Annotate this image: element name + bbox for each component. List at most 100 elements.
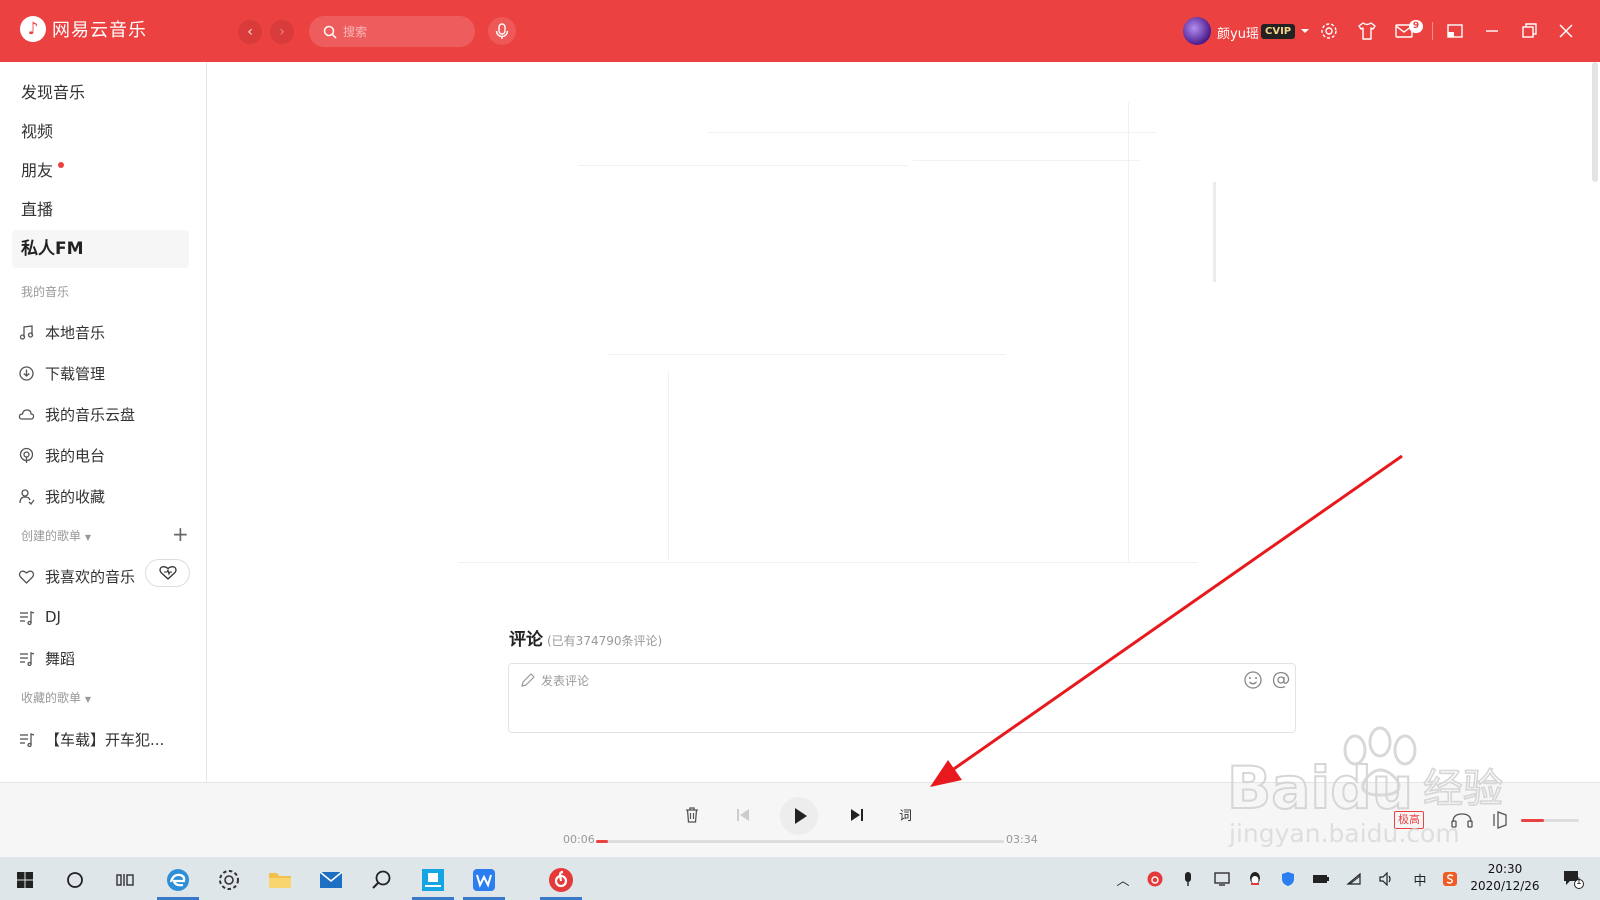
taskbar-clock[interactable]: 20:30 2020/12/26 — [1468, 861, 1542, 895]
tray-qq-icon[interactable] — [1245, 869, 1265, 889]
tray-battery-icon[interactable] — [1311, 869, 1331, 889]
settings-app[interactable] — [208, 863, 250, 896]
play-button[interactable] — [780, 797, 818, 835]
playlist-icon — [20, 732, 35, 747]
user-dropdown-icon[interactable] — [1300, 26, 1310, 36]
sogou-input-icon — [1443, 872, 1457, 886]
heart-mode-button[interactable] — [145, 559, 190, 587]
back-button[interactable]: ‹ — [238, 20, 262, 44]
sidebar-item-playlist-dance[interactable]: 舞蹈 — [18, 640, 193, 676]
section-title: 收藏的歌单 — [21, 691, 82, 705]
volume-slider[interactable] — [1521, 819, 1579, 822]
trash-icon[interactable] — [682, 805, 702, 825]
faded-album-art-line — [458, 562, 1198, 563]
settings-gear-icon[interactable] — [1318, 20, 1340, 42]
play-icon — [795, 808, 807, 824]
sidebar-item-my-radio[interactable]: 我的电台 — [18, 437, 193, 473]
minimize-icon[interactable] — [1481, 20, 1503, 42]
cortana-circle-icon — [67, 871, 83, 888]
folder-icon — [269, 872, 291, 888]
username[interactable]: 颜yu瑶 — [1217, 23, 1259, 42]
tray-sogou-icon[interactable] — [1440, 869, 1460, 889]
lyrics-button[interactable]: 词 — [899, 805, 912, 824]
mail-app[interactable] — [310, 863, 352, 896]
sidebar-item-favorites[interactable]: 我的收藏 — [18, 478, 193, 514]
app-name: 网易云音乐 — [52, 20, 147, 41]
faded-album-art-line — [913, 160, 1139, 161]
title-divider — [1432, 22, 1433, 40]
faded-album-art-line — [668, 372, 669, 560]
screen-icon — [1214, 872, 1230, 886]
section-collected-playlists[interactable]: 收藏的歌单 ▼ — [21, 689, 91, 706]
add-playlist-icon[interactable]: + — [172, 524, 189, 544]
app-logo[interactable]: ♪ 网易云音乐 — [20, 16, 147, 42]
nav-personal-fm[interactable]: 私人FM — [12, 230, 189, 268]
sidebar-item-label: 下载管理 — [45, 364, 106, 383]
sidebar-item-label: 我的音乐云盘 — [45, 405, 136, 424]
comments-heading: 评论 (已有374790条评论) — [509, 625, 662, 650]
radio-icon — [19, 447, 34, 463]
vip-badge[interactable]: CVIP — [1261, 24, 1296, 39]
faded-album-art-line — [1213, 182, 1216, 282]
sidebar-item-local-music[interactable]: 本地音乐 — [18, 314, 193, 350]
cloud-icon — [18, 408, 35, 420]
tray-microphone-icon[interactable] — [1178, 869, 1198, 889]
next-track-icon[interactable] — [848, 806, 866, 824]
voice-search-button[interactable] — [488, 17, 516, 45]
main-content: 评论 (已有374790条评论) — [208, 62, 1600, 782]
heart-mode-icon — [158, 566, 177, 580]
progress-fill — [596, 840, 609, 843]
nav-discover-music[interactable]: 发现音乐 — [12, 74, 189, 112]
store-app[interactable] — [412, 863, 454, 900]
sound-effect-icon[interactable] — [1450, 810, 1474, 830]
search-input[interactable] — [343, 24, 463, 39]
section-my-music: 我的音乐 — [21, 285, 70, 299]
tray-wifi-icon[interactable] — [1344, 869, 1364, 889]
volume-fill — [1521, 819, 1545, 822]
edge-icon — [167, 868, 189, 891]
tray-expand-icon[interactable]: ︿ — [1113, 869, 1133, 889]
main-scrollbar[interactable] — [1592, 62, 1598, 182]
avatar[interactable] — [1183, 17, 1211, 45]
comment-input-box[interactable] — [508, 663, 1296, 733]
mini-mode-icon[interactable] — [1444, 20, 1466, 42]
notification-count: 1 — [1576, 877, 1582, 887]
sidebar-item-playlist-dj[interactable]: DJ — [18, 599, 193, 635]
nav-video[interactable]: 视频 — [12, 113, 189, 151]
tray-security-icon[interactable] — [1278, 869, 1298, 889]
section-created-playlists[interactable]: 创建的歌单 ▼ — [21, 527, 91, 544]
action-center-button[interactable]: 1 — [1558, 869, 1588, 889]
task-view-button[interactable] — [104, 863, 146, 896]
search-taskbar-button[interactable] — [54, 863, 96, 896]
skin-shirt-icon[interactable] — [1356, 20, 1378, 42]
progress-bar[interactable] — [596, 840, 1004, 843]
comment-textarea[interactable] — [541, 672, 1221, 722]
sidebar-item-cloud-disk[interactable]: 我的音乐云盘 — [18, 396, 193, 432]
sidebar-item-playlist-driving[interactable]: 【车载】开车犯... — [18, 721, 193, 757]
previous-track-icon[interactable] — [734, 806, 752, 824]
tray-ime-indicator[interactable]: 中 — [1410, 869, 1430, 889]
edge-browser-app[interactable] — [157, 863, 199, 900]
sound-quality-badge[interactable]: 极高 — [1394, 811, 1424, 829]
close-icon[interactable] — [1555, 20, 1577, 42]
start-button[interactable] — [4, 863, 46, 896]
tray-netease-icon[interactable] — [1145, 869, 1165, 889]
search-app[interactable] — [361, 863, 403, 896]
nav-live[interactable]: 直播 — [12, 191, 189, 229]
maximize-icon[interactable] — [1518, 20, 1540, 42]
netease-music-app[interactable] — [540, 863, 582, 900]
search-box[interactable] — [309, 16, 475, 47]
playlist-queue-icon[interactable] — [1490, 810, 1510, 830]
sidebar-item-downloads[interactable]: 下载管理 — [18, 355, 193, 391]
tray-remote-icon[interactable] — [1212, 869, 1232, 889]
sidebar-item-label: 【车载】开车犯... — [45, 730, 165, 749]
mention-at-icon[interactable] — [1271, 670, 1291, 690]
emoji-icon[interactable] — [1243, 670, 1263, 690]
forward-button[interactable]: › — [270, 20, 294, 44]
file-explorer-app[interactable] — [259, 863, 301, 896]
tray-volume-icon[interactable] — [1377, 869, 1397, 889]
search-icon — [323, 25, 337, 39]
nav-friends[interactable]: 朋友 — [12, 152, 189, 190]
wps-writer-app[interactable] — [463, 863, 505, 900]
faded-album-art-line — [1128, 102, 1129, 562]
